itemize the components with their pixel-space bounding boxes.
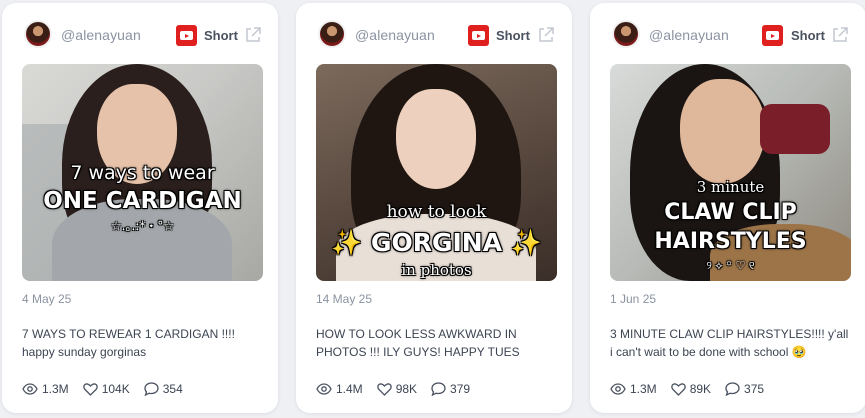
comment-icon [725,382,740,396]
comment-icon [431,382,446,396]
video-thumbnail[interactable]: 3 minute CLAW CLIP HAIRSTYLES ୨ ⟡ ꙳ ♡ ୧ [610,64,851,281]
post-date: 4 May 25 [22,292,72,306]
post-date: 14 May 25 [316,292,373,306]
engagement-stats: 1.4M 98K 379 [316,379,484,399]
heart-icon [670,382,686,396]
external-link-icon[interactable] [831,26,849,44]
youtube-icon [468,25,489,46]
avatar[interactable] [24,20,52,48]
thumbnail-caption-line: in photos [401,261,472,279]
likes-count: 98K [395,382,418,396]
video-type-label: Short [204,28,238,43]
views-stat: 1.3M [22,382,69,396]
video-type-label: Short [496,28,530,43]
video-type-label: Short [791,28,825,43]
likes-stat: 104K [82,382,130,396]
engagement-stats: 1.3M 104K 354 [22,379,197,399]
views-count: 1.3M [630,382,657,396]
youtube-icon [762,25,783,46]
thumbnail-caption-line: ONE CARDIGAN [43,188,242,214]
thumbnail-caption-line: 7 ways to wear [70,162,215,184]
likes-count: 89K [689,382,712,396]
eye-icon [22,383,38,395]
thumbnail-caption-line: 3 minute [696,178,765,196]
comments-stat: 375 [725,382,764,396]
thumbnail-caption-line: ✨ GORGINA ✨ [331,228,542,257]
video-description: 3 MINUTE CLAW CLIP HAIRSTYLES!!!! y'all … [610,327,849,359]
thumbnail-caption-line: how to look [386,202,487,222]
likes-stat: 98K [376,382,418,396]
creator-handle[interactable]: @alenayuan [61,27,141,43]
comment-icon [144,382,159,396]
video-card[interactable]: @alenayuan Short 7 ways to wear ONE CARD… [2,3,278,413]
card-header: @alenayuan Short [2,3,278,63]
external-link-icon[interactable] [537,26,555,44]
views-count: 1.4M [336,382,363,396]
thumbnail-caption-line: ୨ ⟡ ꙳ ♡ ୧ [706,259,755,272]
thumbnail-caption-line: ☆.｡.:*・°☆ [110,219,175,233]
card-header: @alenayuan Short [296,3,572,63]
video-card[interactable]: @alenayuan Short how to look ✨ GORGINA ✨… [296,3,572,413]
video-thumbnail[interactable]: 7 ways to wear ONE CARDIGAN ☆.｡.:*・°☆ [22,64,263,281]
video-description: HOW TO LOOK LESS AWKWARD IN PHOTOS !!! I… [316,327,520,359]
engagement-stats: 1.3M 89K 375 [610,379,778,399]
avatar[interactable] [612,20,640,48]
creator-handle[interactable]: @alenayuan [355,27,435,43]
heart-icon [376,382,392,396]
comments-count: 379 [450,382,471,396]
likes-count: 104K [101,382,130,396]
comments-stat: 354 [144,382,183,396]
comments-stat: 379 [431,382,470,396]
creator-handle[interactable]: @alenayuan [649,27,729,43]
video-card[interactable]: @alenayuan Short 3 minute CLAW CLIP HAIR… [590,3,865,413]
card-header: @alenayuan Short [590,3,865,63]
thumbnail-caption-line: HAIRSTYLES [654,229,807,254]
eye-icon [316,383,332,395]
avatar[interactable] [318,20,346,48]
eye-icon [610,383,626,395]
video-description: 7 WAYS TO REWEAR 1 CARDIGAN !!!! happy s… [22,327,235,359]
thumbnail-caption-line: CLAW CLIP [664,200,797,225]
views-stat: 1.3M [610,382,657,396]
video-thumbnail[interactable]: how to look ✨ GORGINA ✨ in photos [316,64,557,281]
likes-stat: 89K [670,382,712,396]
youtube-icon [176,25,197,46]
post-date: 1 Jun 25 [610,292,657,306]
views-stat: 1.4M [316,382,363,396]
comments-count: 354 [162,382,183,396]
comments-count: 375 [744,382,765,396]
heart-icon [82,382,98,396]
external-link-icon[interactable] [244,26,262,44]
views-count: 1.3M [42,382,69,396]
